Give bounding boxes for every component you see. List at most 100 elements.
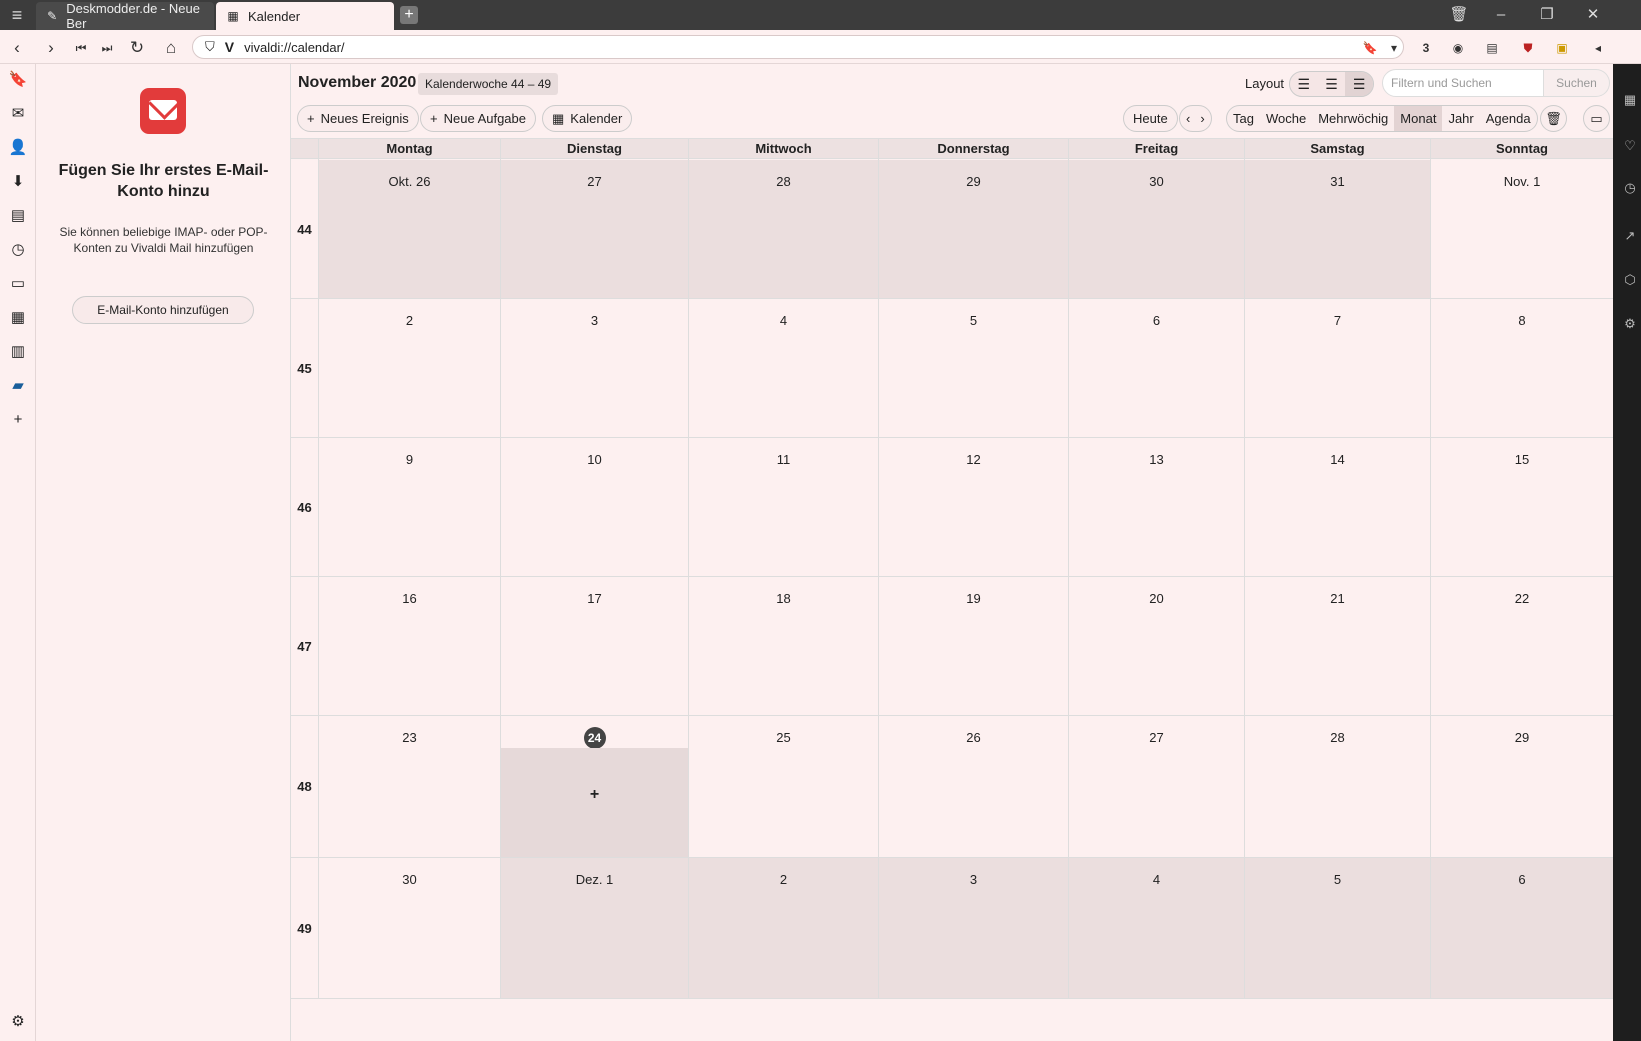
view-week[interactable]: Woche [1260, 106, 1312, 131]
day-cell[interactable]: Dez. 1 [500, 858, 688, 999]
day-cell[interactable]: 18 [688, 577, 878, 716]
day-cell[interactable]: 27 [1068, 716, 1244, 858]
day-cell[interactable]: 23 [318, 716, 500, 858]
view-day[interactable]: Tag [1227, 106, 1260, 131]
search-input[interactable]: Filtern und Suchen [1382, 69, 1544, 97]
layout-normal-icon[interactable]: ☰ [1318, 72, 1346, 96]
tab-kalender[interactable]: ▦ Kalender [216, 2, 394, 30]
search-button[interactable]: Suchen [1544, 69, 1610, 97]
ublock-icon[interactable]: ⛊ [1518, 38, 1538, 58]
day-cell[interactable]: 12 [878, 438, 1068, 577]
settings-icon[interactable]: ⚙ [6, 1010, 30, 1034]
day-cell[interactable]: 25 [688, 716, 878, 858]
day-cell[interactable]: 3 [878, 858, 1068, 999]
window-icon[interactable]: ▭ [6, 272, 30, 296]
minimize-button[interactable]: – [1486, 4, 1516, 26]
reload-icon[interactable]: ↻ [126, 37, 148, 59]
calendar-icon[interactable]: ▦ [6, 306, 30, 330]
day-cell[interactable]: 30 [1068, 160, 1244, 299]
downloads-icon[interactable]: ⬇ [6, 170, 30, 194]
day-cell[interactable]: 3 [500, 299, 688, 438]
web-panel-icon[interactable]: ▰ [6, 374, 30, 398]
day-cell[interactable]: Okt. 26 [318, 160, 500, 299]
day-cell[interactable]: 10 [500, 438, 688, 577]
day-cell[interactable]: 19 [878, 577, 1068, 716]
panel-toggle-icon[interactable]: ◂ [1588, 38, 1608, 58]
day-cell[interactable]: 29 [1430, 716, 1613, 858]
trash-icon[interactable]: 🗑 [1540, 105, 1567, 132]
address-field[interactable]: ⛉ V vivaldi://calendar/ [192, 35, 1404, 59]
week-number[interactable]: 45 [291, 299, 318, 438]
view-month[interactable]: Monat [1394, 106, 1443, 131]
notes-icon[interactable]: ▤ [6, 204, 30, 228]
extension-icon[interactable]: ◉ [1448, 38, 1468, 58]
day-cell[interactable]: 11 [688, 438, 878, 577]
rewind-icon[interactable]: ⏮ [70, 37, 92, 59]
next-icon[interactable]: › [1200, 106, 1204, 131]
day-cell[interactable]: 21 [1244, 577, 1430, 716]
day-cell[interactable]: 13 [1068, 438, 1244, 577]
day-cell[interactable]: 15 [1430, 438, 1613, 577]
close-window-button[interactable]: ✕ [1578, 4, 1608, 26]
add-panel-icon[interactable]: + [6, 408, 30, 432]
fast-forward-icon[interactable]: ⏭ [96, 37, 118, 59]
day-cell[interactable]: Nov. 1 [1430, 160, 1613, 299]
trash-icon[interactable]: 🗑 [1444, 4, 1474, 26]
day-cell[interactable]: 30 [318, 858, 500, 999]
day-cell[interactable]: 28 [1244, 716, 1430, 858]
new-tab-button[interactable]: + [400, 6, 418, 24]
bookmark-icon[interactable]: 🔖 [1360, 38, 1380, 58]
maximize-button[interactable]: ❐ [1532, 4, 1562, 26]
extension-icon[interactable]: 3 [1416, 38, 1436, 58]
day-cell[interactable]: 2 [688, 858, 878, 999]
day-cell[interactable]: 2 [318, 299, 500, 438]
day-cell[interactable]: 7 [1244, 299, 1430, 438]
week-number[interactable]: 44 [291, 160, 318, 299]
day-cell[interactable]: 9 [318, 438, 500, 577]
week-number[interactable]: 46 [291, 438, 318, 577]
day-cell[interactable]: 29 [878, 160, 1068, 299]
day-cell[interactable]: 4 [688, 299, 878, 438]
day-cell[interactable]: 17 [500, 577, 688, 716]
week-number[interactable]: 48 [291, 716, 318, 858]
bookmarks-icon[interactable]: 🔖 [6, 68, 30, 92]
day-cell[interactable]: 4 [1068, 858, 1244, 999]
layout-compact-icon[interactable]: ☰ [1290, 72, 1318, 96]
new-task-button[interactable]: + Neue Aufgabe [420, 105, 536, 132]
view-year[interactable]: Jahr [1442, 106, 1479, 131]
extension-icon[interactable]: ▤ [1482, 38, 1502, 58]
history-icon[interactable]: ◷ [6, 238, 30, 262]
view-multiweek[interactable]: Mehrwöchig [1312, 106, 1394, 131]
day-cell[interactable]: 16 [318, 577, 500, 716]
mail-icon[interactable]: ✉ [6, 102, 30, 126]
add-mail-account-button[interactable]: E-Mail-Konto hinzufügen [72, 296, 254, 324]
tab-deskmodder[interactable]: ✎ Deskmodder.de - Neue Ber [36, 1, 214, 31]
previous-icon[interactable]: ‹ [1186, 106, 1190, 131]
new-event-button[interactable]: + Neues Ereignis [297, 105, 419, 132]
calendars-button[interactable]: ▦ Kalender [542, 105, 633, 132]
shield-icon[interactable]: ⛉ [205, 39, 215, 55]
week-number[interactable]: 49 [291, 858, 318, 999]
feeds-icon[interactable]: ▥ [6, 340, 30, 364]
dropdown-icon[interactable]: ▾ [1384, 38, 1404, 58]
day-cell[interactable]: 26 [878, 716, 1068, 858]
vivaldi-menu-icon[interactable]: ≡ [6, 6, 28, 24]
add-event-icon[interactable]: + [501, 748, 688, 857]
home-icon[interactable]: ⌂ [160, 37, 182, 59]
day-cell[interactable]: 28 [688, 160, 878, 299]
day-cell[interactable]: 5 [878, 299, 1068, 438]
day-cell[interactable]: 31 [1244, 160, 1430, 299]
week-number[interactable]: 47 [291, 577, 318, 716]
day-cell[interactable]: 6 [1430, 858, 1613, 999]
day-cell[interactable]: 27 [500, 160, 688, 299]
contacts-icon[interactable]: 👤 [6, 136, 30, 160]
day-cell[interactable]: +24 [500, 716, 688, 858]
day-cell[interactable]: 5 [1244, 858, 1430, 999]
forward-icon[interactable]: › [40, 37, 62, 59]
toggle-panel-icon[interactable]: ▭ [1583, 105, 1610, 132]
layout-wide-icon[interactable]: ☰ [1345, 72, 1374, 96]
view-agenda[interactable]: Agenda [1480, 106, 1537, 131]
day-cell[interactable]: 6 [1068, 299, 1244, 438]
back-icon[interactable]: ‹ [6, 37, 28, 59]
day-cell[interactable]: 14 [1244, 438, 1430, 577]
